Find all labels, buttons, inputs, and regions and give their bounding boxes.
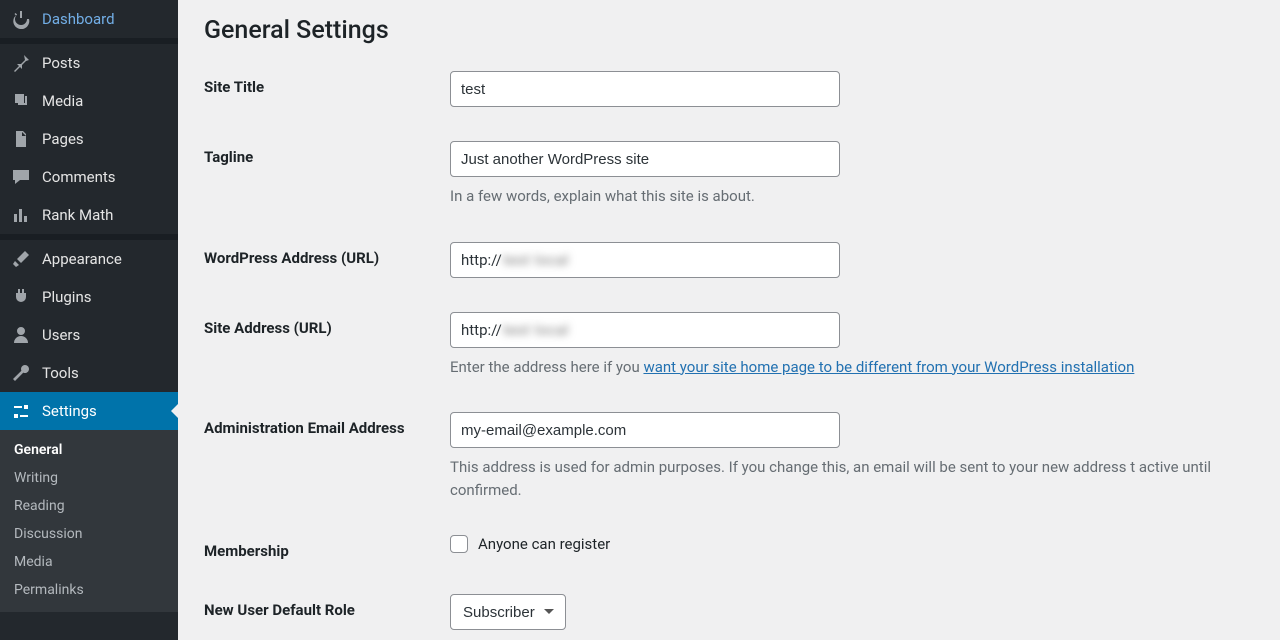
row-admin-email: Administration Email Address This addres… xyxy=(204,412,1254,501)
label-tagline: Tagline xyxy=(204,141,450,166)
tagline-description: In a few words, explain what this site i… xyxy=(450,185,1254,208)
user-icon xyxy=(10,324,32,346)
submenu-item-discussion[interactable]: Discussion xyxy=(0,520,178,548)
sidebar-item-users[interactable]: Users xyxy=(0,316,178,354)
label-site-url: Site Address (URL) xyxy=(204,312,450,337)
sidebar-item-label: Settings xyxy=(42,402,97,420)
dashboard-icon xyxy=(10,8,32,30)
sidebar-item-rankmath[interactable]: Rank Math xyxy=(0,196,178,234)
main-content: General Settings Site Title Tagline In a… xyxy=(178,0,1280,640)
sidebar-item-label: Media xyxy=(42,92,83,110)
url-blurred: test local xyxy=(503,321,569,339)
sidebar-item-label: Appearance xyxy=(42,250,122,268)
row-default-role: New User Default Role Subscriber xyxy=(204,594,1254,630)
sidebar-item-settings[interactable]: Settings xyxy=(0,392,178,430)
membership-checkbox-wrap[interactable]: Anyone can register xyxy=(450,535,1254,553)
plug-icon xyxy=(10,286,32,308)
tagline-input[interactable] xyxy=(450,141,840,177)
sidebar-item-label: Posts xyxy=(42,54,80,72)
sidebar-item-media[interactable]: Media xyxy=(0,82,178,120)
sidebar-item-posts[interactable]: Posts xyxy=(0,44,178,82)
page-title: General Settings xyxy=(204,16,1254,45)
sidebar-item-comments[interactable]: Comments xyxy=(0,158,178,196)
row-site-url: Site Address (URL) http:// test local En… xyxy=(204,312,1254,379)
sidebar-item-appearance[interactable]: Appearance xyxy=(0,240,178,278)
label-default-role: New User Default Role xyxy=(204,594,450,619)
admin-email-input[interactable] xyxy=(450,412,840,448)
row-membership: Membership Anyone can register xyxy=(204,535,1254,560)
comment-icon xyxy=(10,166,32,188)
label-admin-email: Administration Email Address xyxy=(204,412,450,437)
sliders-icon xyxy=(10,400,32,422)
sidebar-item-pages[interactable]: Pages xyxy=(0,120,178,158)
submenu-item-general[interactable]: General xyxy=(0,436,178,464)
row-wp-url: WordPress Address (URL) http:// test loc… xyxy=(204,242,1254,278)
wrench-icon xyxy=(10,362,32,384)
sidebar-item-dashboard[interactable]: Dashboard xyxy=(0,0,178,38)
url-blurred: test local xyxy=(503,251,569,269)
wp-url-input[interactable]: http:// test local xyxy=(450,242,840,278)
sidebar-item-label: Rank Math xyxy=(42,206,113,224)
submenu-item-writing[interactable]: Writing xyxy=(0,464,178,492)
site-title-input[interactable] xyxy=(450,71,840,107)
row-tagline: Tagline In a few words, explain what thi… xyxy=(204,141,1254,208)
desc-text: Enter the address here if you xyxy=(450,358,643,376)
submenu-item-media[interactable]: Media xyxy=(0,548,178,576)
pages-icon xyxy=(10,128,32,150)
membership-checkbox-label: Anyone can register xyxy=(478,535,610,553)
url-prefix: http:// xyxy=(461,251,502,269)
admin-email-description: This address is used for admin purposes.… xyxy=(450,456,1254,501)
sidebar-item-label: Pages xyxy=(42,130,84,148)
pin-icon xyxy=(10,52,32,74)
url-prefix: http:// xyxy=(461,321,502,339)
submenu-item-permalinks[interactable]: Permalinks xyxy=(0,576,178,604)
label-wp-url: WordPress Address (URL) xyxy=(204,242,450,267)
sidebar-item-label: Users xyxy=(42,326,80,344)
sidebar-item-label: Dashboard xyxy=(42,10,115,28)
default-role-select[interactable]: Subscriber xyxy=(450,594,566,630)
settings-submenu: General Writing Reading Discussion Media… xyxy=(0,430,178,612)
chart-icon xyxy=(10,204,32,226)
sidebar-item-label: Plugins xyxy=(42,288,91,306)
sidebar-item-label: Tools xyxy=(42,364,79,382)
site-url-help-link[interactable]: want your site home page to be different… xyxy=(643,358,1134,376)
site-url-input[interactable]: http:// test local xyxy=(450,312,840,348)
sidebar-item-plugins[interactable]: Plugins xyxy=(0,278,178,316)
sidebar-item-tools[interactable]: Tools xyxy=(0,354,178,392)
submenu-item-reading[interactable]: Reading xyxy=(0,492,178,520)
media-icon xyxy=(10,90,32,112)
sidebar-item-label: Comments xyxy=(42,168,116,186)
label-membership: Membership xyxy=(204,535,450,560)
label-site-title: Site Title xyxy=(204,71,450,96)
row-site-title: Site Title xyxy=(204,71,1254,107)
site-url-description: Enter the address here if you want your … xyxy=(450,356,1254,379)
membership-checkbox[interactable] xyxy=(450,535,468,553)
brush-icon xyxy=(10,248,32,270)
admin-sidebar: Dashboard Posts Media Pages Comments Ran… xyxy=(0,0,178,640)
